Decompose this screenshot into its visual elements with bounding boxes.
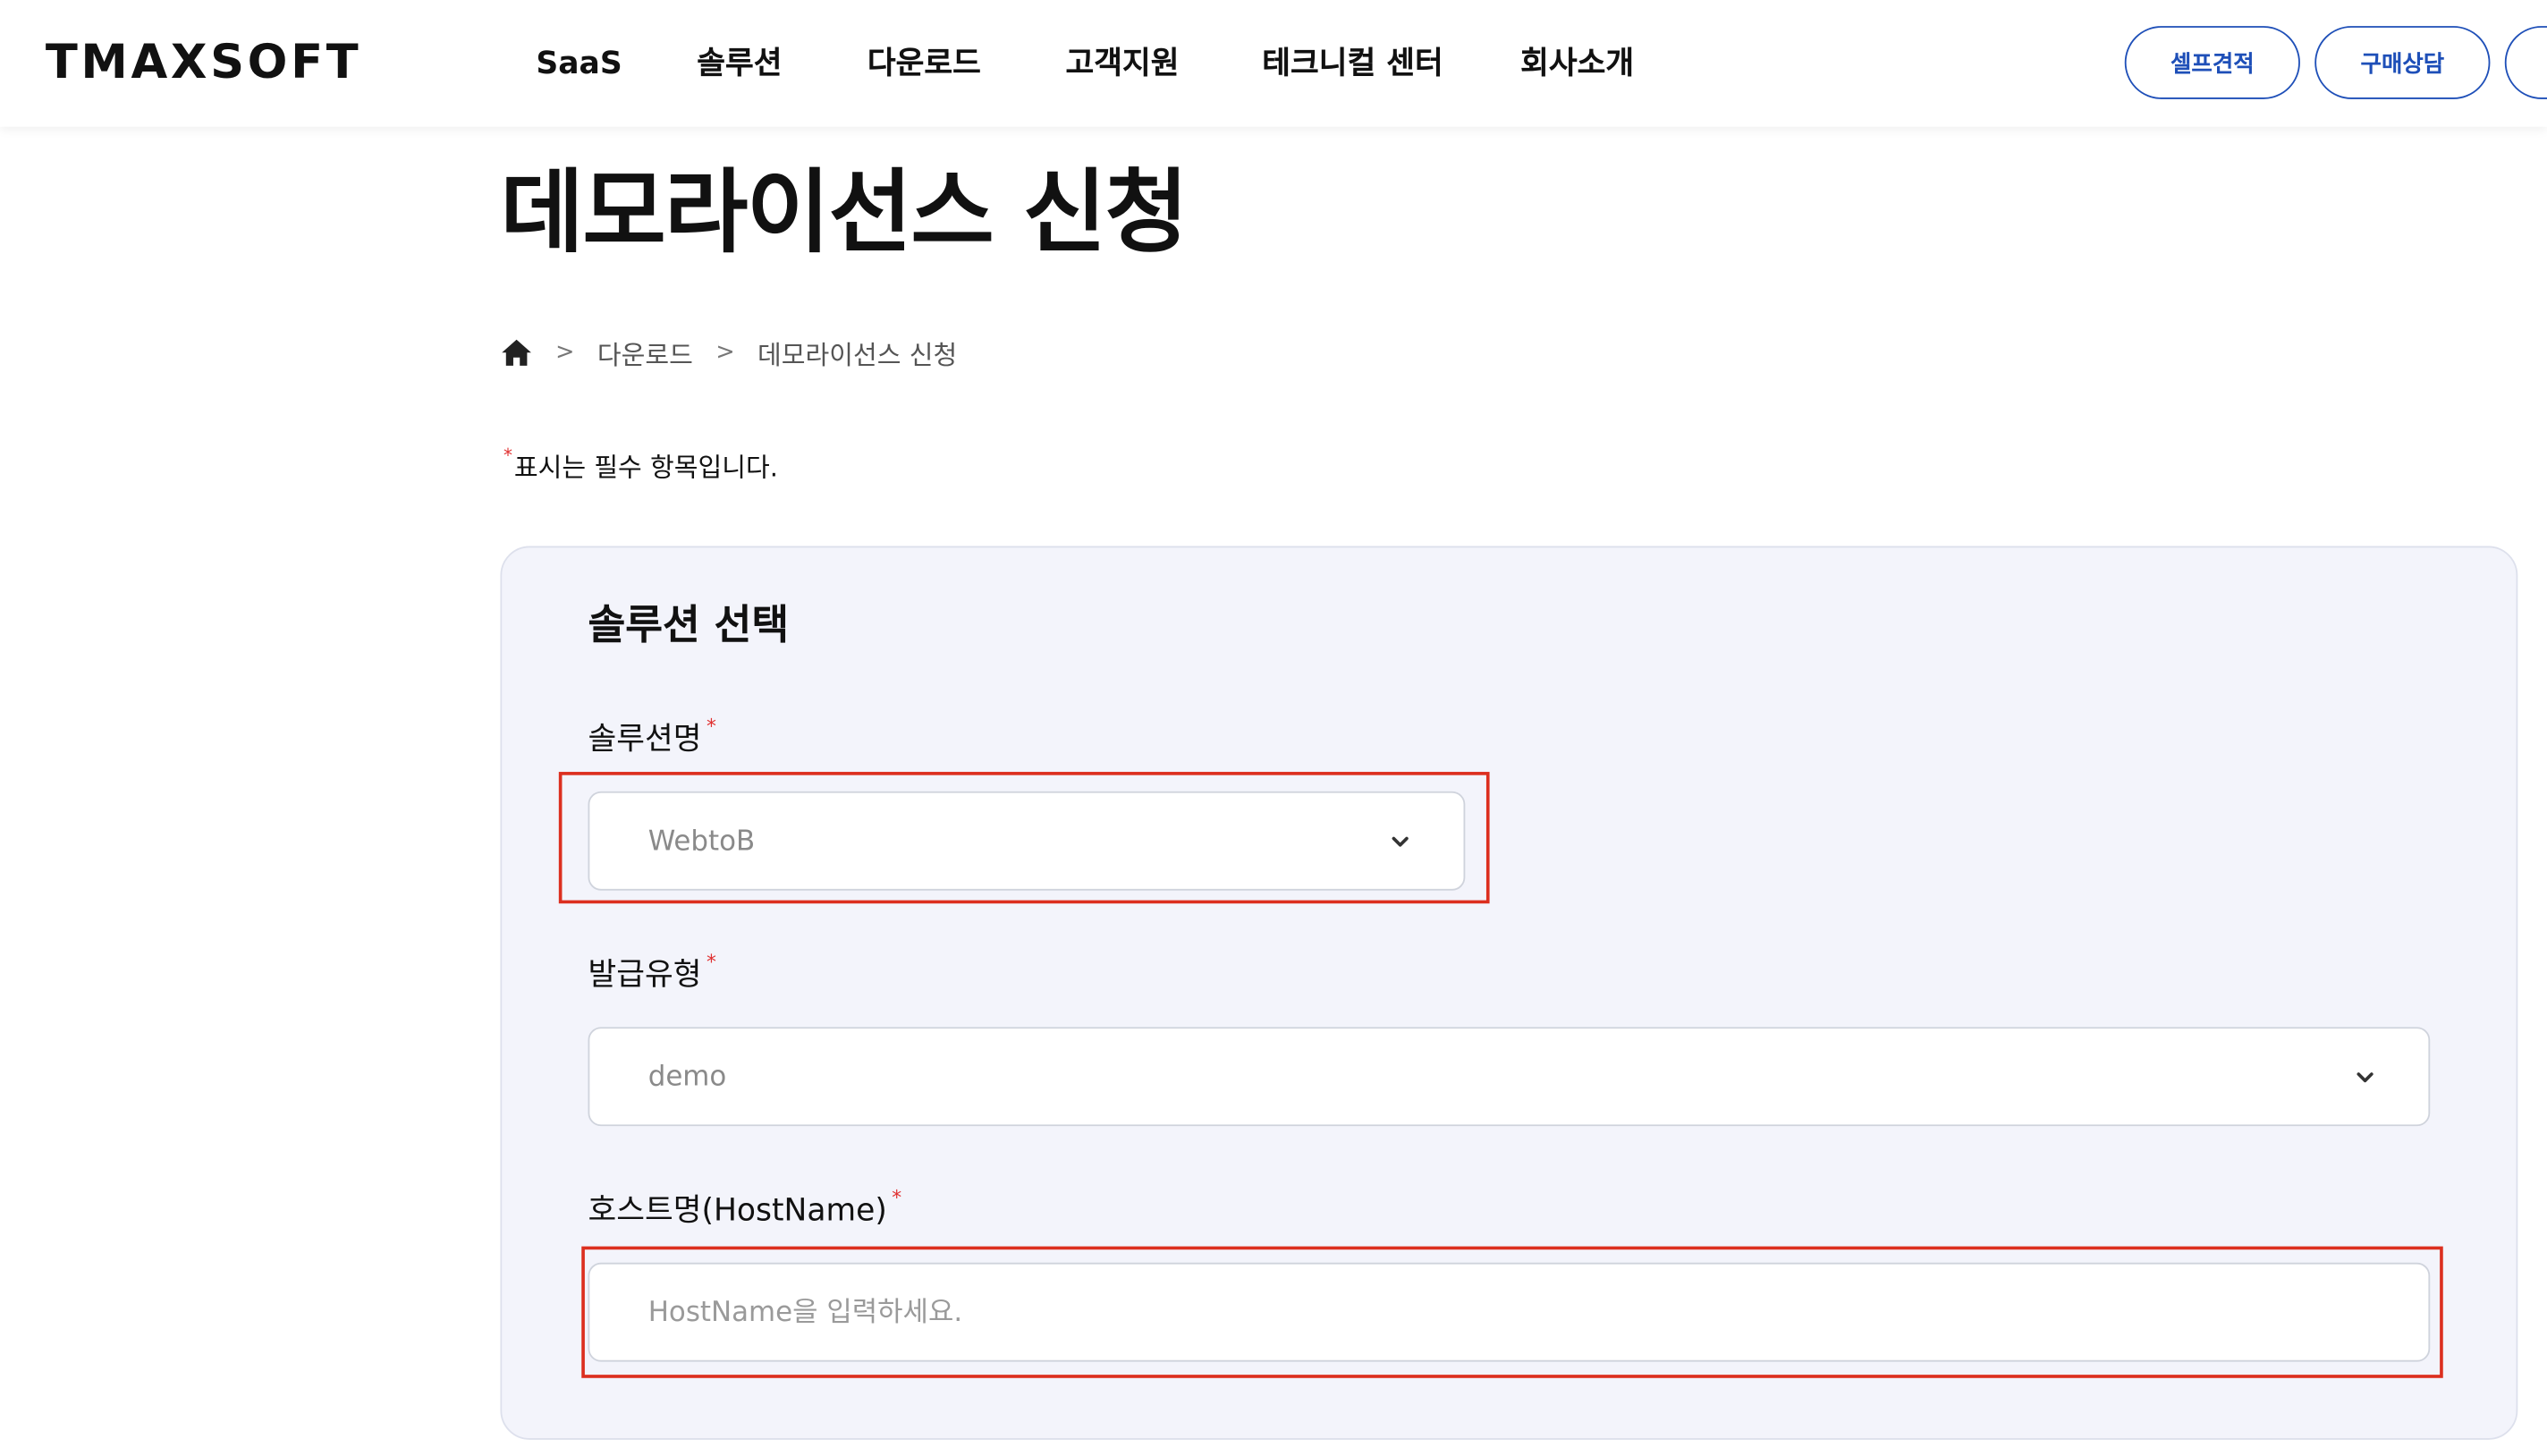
issue-type-label: 발급유형 * (588, 951, 718, 995)
issue-type-label-text: 발급유형 (588, 957, 702, 994)
required-mark: * (706, 715, 716, 738)
nav-saas[interactable]: SaaS (536, 39, 622, 89)
tmaxsoft-logo[interactable]: TMAXSOFT (46, 36, 361, 88)
purchase-consult-button[interactable]: 구매상담 (2314, 26, 2491, 99)
chevron-down-icon (2357, 1072, 2374, 1083)
nav-technical-center[interactable]: 테크니컬 센터 (1262, 39, 1443, 89)
hostname-label: 호스트명(HostName) * (588, 1186, 903, 1230)
solution-select-value: WebtoB (647, 825, 756, 858)
required-note: * 표시는 필수 항목입니다. (503, 445, 778, 485)
solution-select[interactable]: WebtoB (588, 791, 1466, 891)
required-mark: * (892, 1186, 902, 1209)
hostname-input[interactable] (588, 1262, 2431, 1362)
issue-type-select-value: demo (647, 1060, 727, 1093)
header-extra-button[interactable] (2504, 26, 2547, 99)
top-header: TMAXSOFT SaaS 솔루션 다운로드 고객지원 테크니컬 센터 회사소개… (0, 0, 2547, 127)
breadcrumb-current: 데모라이선스 신청 (757, 339, 958, 371)
section-title: 솔루션 선택 (588, 601, 790, 648)
required-mark: * (503, 444, 513, 467)
breadcrumb-download[interactable]: 다운로드 (597, 333, 693, 372)
solution-label-text: 솔루션명 (588, 721, 702, 758)
issue-type-select[interactable]: demo (588, 1027, 2431, 1127)
nav-company[interactable]: 회사소개 (1520, 39, 1634, 89)
home-icon[interactable] (500, 336, 532, 368)
self-quote-button[interactable]: 셀프견적 (2124, 26, 2300, 99)
nav-solutions[interactable]: 솔루션 (697, 39, 782, 89)
breadcrumb-separator: > (555, 339, 575, 366)
required-mark: * (706, 950, 716, 974)
chevron-down-icon (1392, 836, 1409, 847)
nav-support[interactable]: 고객지원 (1066, 39, 1180, 89)
breadcrumb: > 다운로드 > 데모라이선스 신청 (500, 332, 957, 374)
solution-label: 솔루션명 * (588, 715, 718, 758)
nav-download[interactable]: 다운로드 (867, 39, 981, 89)
required-note-text: 표시는 필수 항목입니다. (513, 452, 778, 483)
hostname-label-text: 호스트명(HostName) (588, 1192, 887, 1229)
breadcrumb-separator: > (715, 339, 735, 366)
page-title: 데모라이선스 신청 (500, 160, 1188, 267)
